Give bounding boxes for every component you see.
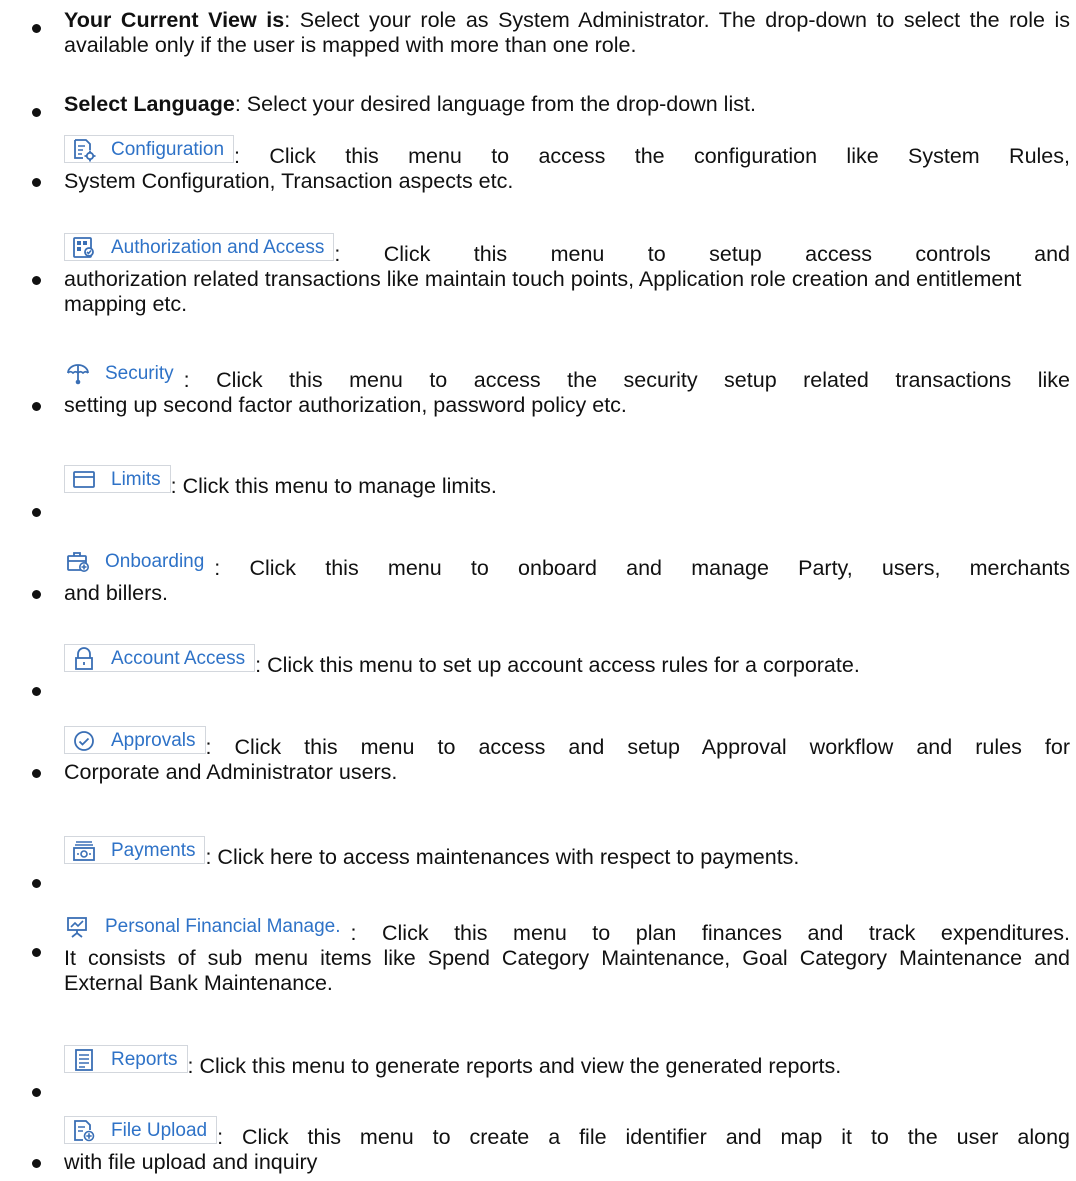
- bullet: [32, 178, 41, 187]
- description-continued: Corporate and Administrator users.: [64, 760, 398, 784]
- description-continued: with file upload and inquiry: [64, 1150, 318, 1174]
- file-upload-icon: [71, 1119, 97, 1143]
- authorization-icon: [71, 236, 97, 260]
- onboarding-menu-label: Onboarding: [105, 551, 205, 572]
- bullet: [32, 24, 41, 33]
- bullet: [32, 108, 41, 117]
- bullet: [32, 402, 41, 411]
- bullet: [32, 508, 41, 517]
- security-menu-label: Security: [105, 363, 174, 384]
- description: : Click this menu to setup access contro…: [334, 242, 1070, 266]
- security-menu-button[interactable]: Security: [64, 359, 184, 387]
- bullet: [32, 879, 41, 888]
- briefcase-icon: [65, 550, 91, 574]
- description-continued: authorization related transactions like …: [64, 267, 1022, 316]
- description: : Click this menu to set up account acce…: [255, 653, 860, 677]
- description: : Select your desired language from the …: [234, 92, 756, 116]
- authorization-menu-label: Authorization and Access: [111, 237, 325, 258]
- file-upload-menu-label: File Upload: [111, 1120, 208, 1141]
- limits-menu-label: Limits: [111, 469, 161, 490]
- approvals-menu-button[interactable]: Approvals: [64, 726, 206, 754]
- bullet: [32, 687, 41, 696]
- limits-menu-button[interactable]: Limits: [64, 465, 171, 493]
- file-upload-menu-button[interactable]: File Upload: [64, 1116, 218, 1144]
- description: : Click this menu to access the configur…: [234, 144, 1070, 168]
- description: : Click this menu to manage limits.: [170, 474, 497, 498]
- description: : Click this menu to onboard and manage …: [214, 556, 1070, 580]
- bullet: [32, 590, 41, 599]
- description: : Click this menu to plan finances and t…: [350, 921, 1070, 945]
- description-continued: It consists of sub menu items like Spend…: [64, 946, 1070, 995]
- description-continued: setting up second factor authorization, …: [64, 393, 627, 417]
- description: : Click this menu to generate reports an…: [187, 1054, 842, 1078]
- lock-icon: [71, 647, 97, 671]
- configuration-icon: [71, 138, 97, 162]
- description: : Click this menu to access the security…: [183, 368, 1070, 392]
- approvals-menu-label: Approvals: [111, 730, 196, 751]
- presentation-icon: [65, 915, 91, 939]
- umbrella-icon: [65, 362, 91, 386]
- payments-icon: [71, 839, 97, 863]
- bullet: [32, 948, 41, 957]
- report-icon: [71, 1048, 97, 1072]
- account-access-menu-label: Account Access: [111, 648, 246, 669]
- description: : Click here to access maintenances with…: [205, 845, 800, 869]
- term-select-language: Select Language: [64, 92, 235, 116]
- reports-menu-label: Reports: [111, 1049, 178, 1070]
- description: : Click this menu to create a file ident…: [217, 1125, 1070, 1149]
- configuration-menu-button[interactable]: Configuration: [64, 135, 235, 163]
- configuration-menu-label: Configuration: [111, 139, 225, 160]
- term-current-view: Your Current View is: [64, 8, 285, 32]
- account-access-menu-button[interactable]: Account Access: [64, 644, 256, 672]
- pfm-menu-button[interactable]: Personal Financial Manage.: [64, 912, 351, 940]
- pfm-menu-label: Personal Financial Manage.: [105, 916, 341, 937]
- description-continued: and billers.: [64, 581, 168, 605]
- payments-menu-button[interactable]: Payments: [64, 836, 206, 864]
- bullet: [32, 1159, 41, 1168]
- check-circle-icon: [71, 729, 97, 753]
- bullet: [32, 1088, 41, 1097]
- bullet: [32, 769, 41, 778]
- onboarding-menu-button[interactable]: Onboarding: [64, 547, 215, 575]
- description: : Click this menu to access and setup Ap…: [205, 735, 1071, 759]
- authorization-menu-button[interactable]: Authorization and Access: [64, 233, 335, 261]
- description-continued: System Configuration, Transaction aspect…: [64, 169, 514, 193]
- reports-menu-button[interactable]: Reports: [64, 1045, 188, 1073]
- card-icon: [71, 468, 97, 492]
- bullet: [32, 276, 41, 285]
- payments-menu-label: Payments: [111, 840, 196, 861]
